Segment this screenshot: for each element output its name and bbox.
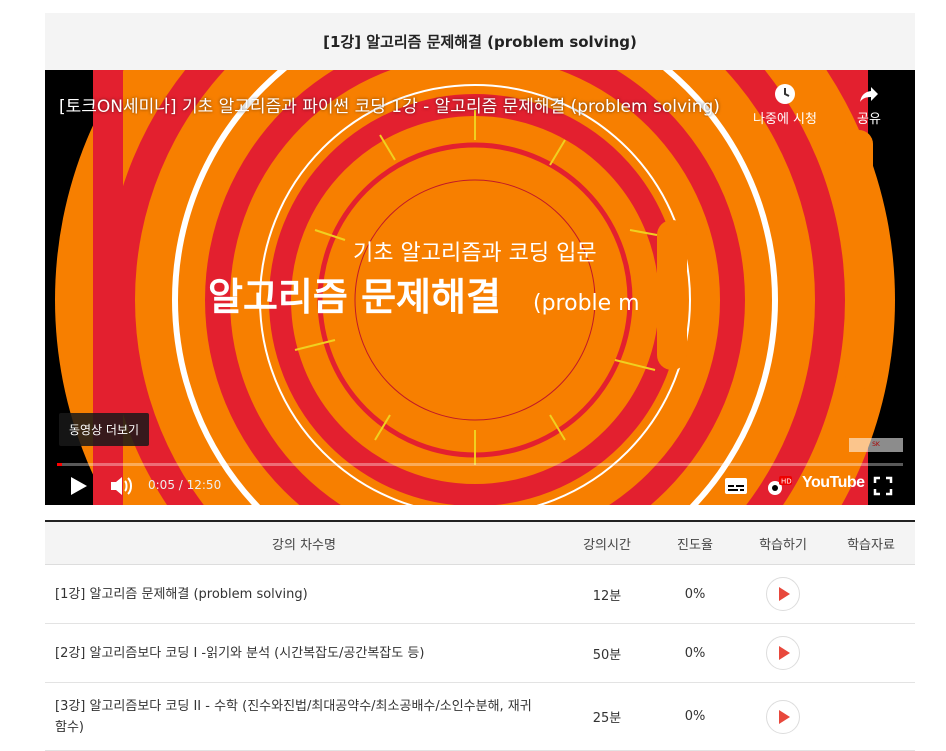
header-study: 학습하기 (739, 520, 827, 565)
subtitles-button[interactable] (724, 472, 748, 500)
play-button[interactable] (69, 472, 89, 500)
lecture-name[interactable]: [2강] 알고리즘보다 코딩 I -읽기와 분석 (시간복잡도/공간복잡도 등) (45, 623, 563, 683)
lecture-materials (827, 564, 915, 624)
subtitles-icon (725, 478, 747, 494)
play-icon (71, 477, 87, 495)
table-row: [1강] 알고리즘 문제해결 (problem solving) 12분 0% (45, 564, 915, 624)
lecture-duration: 25분 (563, 682, 651, 751)
progress-fill (57, 463, 63, 466)
thumbnail-headline: 알고리즘 문제해결 (208, 275, 501, 319)
watch-later-label: 나중에 시청 (753, 112, 817, 127)
thumbnail-headline-tail: (proble m (533, 291, 640, 316)
lecture-name[interactable]: [3강] 알고리즘보다 코딩 II - 수학 (진수와진법/최대공약수/최소공배… (45, 682, 563, 751)
share-label: 공유 (857, 112, 881, 127)
volume-icon (111, 477, 132, 495)
lecture-progress: 0% (651, 682, 739, 751)
study-play-button[interactable] (766, 636, 800, 670)
fullscreen-icon (873, 476, 893, 496)
time-display: 0:05 / 12:50 (148, 478, 222, 492)
lecture-materials (827, 682, 915, 751)
table-header-row: 강의 차수명 강의시간 진도율 학습하기 학습자료 (45, 520, 915, 565)
share-button[interactable]: 공유 (829, 82, 909, 127)
fullscreen-button[interactable] (873, 472, 893, 500)
page-title: [1강] 알고리즘 문제해결 (problem solving) (45, 13, 915, 70)
share-icon (860, 87, 878, 102)
progress-bar[interactable] (57, 463, 903, 466)
lecture-progress: 0% (651, 623, 739, 683)
header-lecture-name: 강의 차수명 (45, 520, 563, 565)
table-row: [3강] 알고리즘보다 코딩 II - 수학 (진수와진법/최대공약수/최소공배… (45, 682, 915, 751)
youtube-logo[interactable]: YouTube (802, 474, 865, 492)
video-thumbnail: 기초 알고리즘과 코딩 입문 알고리즘 문제해결 (proble m (55, 70, 895, 505)
video-player[interactable]: 기초 알고리즘과 코딩 입문 알고리즘 문제해결 (proble m [토크ON… (45, 70, 915, 505)
hd-badge: HD (781, 478, 792, 486)
lecture-duration: 50분 (563, 623, 651, 683)
more-videos-button[interactable]: 동영상 더보기 (59, 413, 150, 446)
thumbnail-subtitle: 기초 알고리즘과 코딩 입문 (353, 241, 597, 266)
lecture-name[interactable]: [1강] 알고리즘 문제해결 (problem solving) (45, 564, 563, 624)
lecture-duration: 12분 (563, 564, 651, 624)
study-play-button[interactable] (766, 577, 800, 611)
volume-button[interactable] (109, 472, 135, 500)
lecture-progress: 0% (651, 564, 739, 624)
lecture-materials (827, 623, 915, 683)
table-row: [2강] 알고리즘보다 코딩 I -읽기와 분석 (시간복잡도/공간복잡도 등)… (45, 623, 915, 683)
clock-icon (775, 84, 795, 104)
watch-later-button[interactable]: 나중에 시청 (745, 82, 825, 127)
study-play-button[interactable] (766, 699, 800, 734)
channel-watermark[interactable]: SK (849, 438, 903, 452)
header-progress: 진도율 (651, 520, 739, 565)
video-title[interactable]: [토크ON세미나] 기초 알고리즘과 파이썬 코딩 1강 - 알고리즘 문제해결… (59, 92, 749, 117)
gear-icon: HD (768, 476, 792, 495)
header-materials: 학습자료 (827, 520, 915, 565)
header-duration: 강의시간 (563, 520, 651, 565)
lecture-table: 강의 차수명 강의시간 진도율 학습하기 학습자료 [1강] 알고리즘 문제해결… (45, 520, 915, 751)
settings-button[interactable]: HD (764, 472, 792, 500)
